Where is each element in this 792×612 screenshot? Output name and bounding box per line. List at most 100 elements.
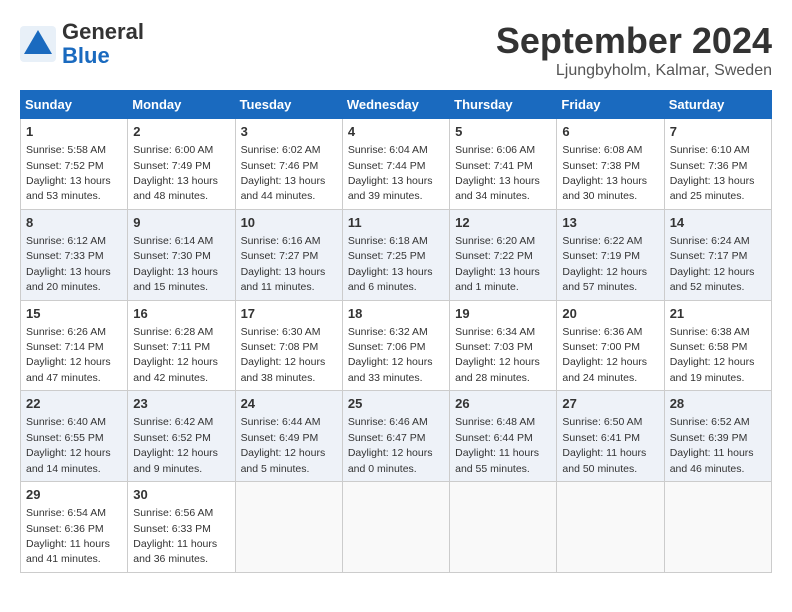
day-info: Sunrise: 6:16 AM Sunset: 7:27 PM Dayligh… (241, 235, 326, 293)
calendar-day-cell: 17Sunrise: 6:30 AM Sunset: 7:08 PM Dayli… (235, 300, 342, 391)
day-info: Sunrise: 6:20 AM Sunset: 7:22 PM Dayligh… (455, 235, 540, 293)
calendar-day-cell (557, 482, 664, 573)
generalblue-icon (20, 26, 56, 62)
day-number: 30 (133, 486, 229, 504)
day-info: Sunrise: 5:58 AM Sunset: 7:52 PM Dayligh… (26, 144, 111, 202)
calendar-week-row: 15Sunrise: 6:26 AM Sunset: 7:14 PM Dayli… (21, 300, 772, 391)
day-number: 1 (26, 123, 122, 141)
day-of-week-sunday: Sunday (21, 91, 128, 119)
calendar-day-cell: 10 Sunrise: 6:16 AM Sunset: 7:27 PM Dayli… (235, 209, 342, 300)
calendar-day-cell: 14 Sunrise: 6:24 AM Sunset: 7:17 PM Dayli… (664, 209, 771, 300)
calendar-header-row: SundayMondayTuesdayWednesdayThursdayFrid… (21, 91, 772, 119)
day-info: Sunrise: 6:00 AM Sunset: 7:49 PM Dayligh… (133, 144, 218, 202)
day-info: Sunrise: 6:54 AM Sunset: 6:36 PM Dayligh… (26, 507, 110, 565)
calendar-day-cell: 4 Sunrise: 6:04 AM Sunset: 7:44 PM Daylig… (342, 119, 449, 210)
day-info: Sunrise: 6:48 AM Sunset: 6:44 PM Dayligh… (455, 416, 539, 474)
day-info: Sunrise: 6:46 AM Sunset: 6:47 PM Dayligh… (348, 416, 433, 474)
calendar-day-cell: 18Sunrise: 6:32 AM Sunset: 7:06 PM Dayli… (342, 300, 449, 391)
day-info: Sunrise: 6:40 AM Sunset: 6:55 PM Dayligh… (26, 416, 111, 474)
day-info: Sunrise: 6:04 AM Sunset: 7:44 PM Dayligh… (348, 144, 433, 202)
calendar-day-cell (664, 482, 771, 573)
calendar-week-row: 29 Sunrise: 6:54 AM Sunset: 6:36 PM Dayli… (21, 482, 772, 573)
day-number: 22 (26, 395, 122, 413)
day-number: 10 (241, 214, 337, 232)
calendar-day-cell: 13Sunrise: 6:22 AM Sunset: 7:19 PM Dayli… (557, 209, 664, 300)
day-number: 29 (26, 486, 122, 504)
day-info: Sunrise: 6:24 AM Sunset: 7:17 PM Dayligh… (670, 235, 755, 293)
day-number: 11 (348, 214, 444, 232)
day-info: Sunrise: 6:42 AM Sunset: 6:52 PM Dayligh… (133, 416, 218, 474)
calendar-day-cell: 25Sunrise: 6:46 AM Sunset: 6:47 PM Dayli… (342, 391, 449, 482)
day-info: Sunrise: 6:56 AM Sunset: 6:33 PM Dayligh… (133, 507, 217, 565)
day-info: Sunrise: 6:38 AM Sunset: 6:58 PM Dayligh… (670, 326, 755, 384)
day-info: Sunrise: 6:32 AM Sunset: 7:06 PM Dayligh… (348, 326, 433, 384)
calendar-day-cell: 27Sunrise: 6:50 AM Sunset: 6:41 PM Dayli… (557, 391, 664, 482)
day-number: 2 (133, 123, 229, 141)
day-number: 19 (455, 305, 551, 323)
day-number: 12 (455, 214, 551, 232)
day-of-week-thursday: Thursday (450, 91, 557, 119)
day-number: 7 (670, 123, 766, 141)
calendar-day-cell (235, 482, 342, 573)
day-number: 26 (455, 395, 551, 413)
day-info: Sunrise: 6:14 AM Sunset: 7:30 PM Dayligh… (133, 235, 218, 293)
logo: General Blue (20, 20, 144, 68)
day-info: Sunrise: 6:06 AM Sunset: 7:41 PM Dayligh… (455, 144, 540, 202)
day-number: 8 (26, 214, 122, 232)
calendar-day-cell: 30 Sunrise: 6:56 AM Sunset: 6:33 PM Dayli… (128, 482, 235, 573)
day-of-week-saturday: Saturday (664, 91, 771, 119)
day-number: 16 (133, 305, 229, 323)
calendar-day-cell: 5 Sunrise: 6:06 AM Sunset: 7:41 PM Daylig… (450, 119, 557, 210)
calendar-day-cell: 3 Sunrise: 6:02 AM Sunset: 7:46 PM Daylig… (235, 119, 342, 210)
calendar-day-cell: 24 Sunrise: 6:44 AM Sunset: 6:49 PM Dayli… (235, 391, 342, 482)
calendar-day-cell: 11 Sunrise: 6:18 AM Sunset: 7:25 PM Dayli… (342, 209, 449, 300)
day-number: 21 (670, 305, 766, 323)
day-number: 5 (455, 123, 551, 141)
day-info: Sunrise: 6:44 AM Sunset: 6:49 PM Dayligh… (241, 416, 326, 474)
location: Ljungbyholm, Kalmar, Sweden (496, 62, 772, 80)
logo-general: General (62, 19, 144, 44)
day-number: 24 (241, 395, 337, 413)
day-info: Sunrise: 6:28 AM Sunset: 7:11 PM Dayligh… (133, 326, 218, 384)
day-info: Sunrise: 6:02 AM Sunset: 7:46 PM Dayligh… (241, 144, 326, 202)
day-of-week-friday: Friday (557, 91, 664, 119)
day-info: Sunrise: 6:50 AM Sunset: 6:41 PM Dayligh… (562, 416, 646, 474)
calendar-day-cell: 19Sunrise: 6:34 AM Sunset: 7:03 PM Dayli… (450, 300, 557, 391)
calendar-day-cell: 29 Sunrise: 6:54 AM Sunset: 6:36 PM Dayli… (21, 482, 128, 573)
day-of-week-monday: Monday (128, 91, 235, 119)
day-number: 6 (562, 123, 658, 141)
calendar-day-cell: 26 Sunrise: 6:48 AM Sunset: 6:44 PM Dayli… (450, 391, 557, 482)
day-number: 20 (562, 305, 658, 323)
calendar-day-cell: 15Sunrise: 6:26 AM Sunset: 7:14 PM Dayli… (21, 300, 128, 391)
calendar-day-cell: 28 Sunrise: 6:52 AM Sunset: 6:39 PM Dayli… (664, 391, 771, 482)
calendar-week-row: 22 Sunrise: 6:40 AM Sunset: 6:55 PM Dayli… (21, 391, 772, 482)
calendar-week-row: 8Sunrise: 6:12 AM Sunset: 7:33 PM Daylig… (21, 209, 772, 300)
calendar-day-cell: 20Sunrise: 6:36 AM Sunset: 7:00 PM Dayli… (557, 300, 664, 391)
day-number: 23 (133, 395, 229, 413)
day-of-week-tuesday: Tuesday (235, 91, 342, 119)
day-number: 17 (241, 305, 337, 323)
calendar-day-cell: 23 Sunrise: 6:42 AM Sunset: 6:52 PM Dayli… (128, 391, 235, 482)
calendar-table: SundayMondayTuesdayWednesdayThursdayFrid… (20, 90, 772, 573)
calendar-day-cell: 12 Sunrise: 6:20 AM Sunset: 7:22 PM Dayli… (450, 209, 557, 300)
day-number: 3 (241, 123, 337, 141)
month-title: September 2024 (496, 20, 772, 62)
page-header: General Blue September 2024 Ljungbyholm,… (20, 20, 772, 80)
day-info: Sunrise: 6:08 AM Sunset: 7:38 PM Dayligh… (562, 144, 647, 202)
calendar-day-cell (450, 482, 557, 573)
calendar-day-cell: 22 Sunrise: 6:40 AM Sunset: 6:55 PM Dayli… (21, 391, 128, 482)
day-number: 28 (670, 395, 766, 413)
logo-blue: Blue (62, 43, 110, 68)
calendar-week-row: 1 Sunrise: 5:58 AM Sunset: 7:52 PM Daylig… (21, 119, 772, 210)
day-info: Sunrise: 6:18 AM Sunset: 7:25 PM Dayligh… (348, 235, 433, 293)
calendar-day-cell (342, 482, 449, 573)
calendar-day-cell: 1 Sunrise: 5:58 AM Sunset: 7:52 PM Daylig… (21, 119, 128, 210)
day-info: Sunrise: 6:26 AM Sunset: 7:14 PM Dayligh… (26, 326, 111, 384)
day-info: Sunrise: 6:10 AM Sunset: 7:36 PM Dayligh… (670, 144, 755, 202)
calendar-day-cell: 7 Sunrise: 6:10 AM Sunset: 7:36 PM Daylig… (664, 119, 771, 210)
day-info: Sunrise: 6:22 AM Sunset: 7:19 PM Dayligh… (562, 235, 647, 293)
day-number: 14 (670, 214, 766, 232)
day-info: Sunrise: 6:52 AM Sunset: 6:39 PM Dayligh… (670, 416, 754, 474)
calendar-day-cell: 9Sunrise: 6:14 AM Sunset: 7:30 PM Daylig… (128, 209, 235, 300)
day-number: 4 (348, 123, 444, 141)
